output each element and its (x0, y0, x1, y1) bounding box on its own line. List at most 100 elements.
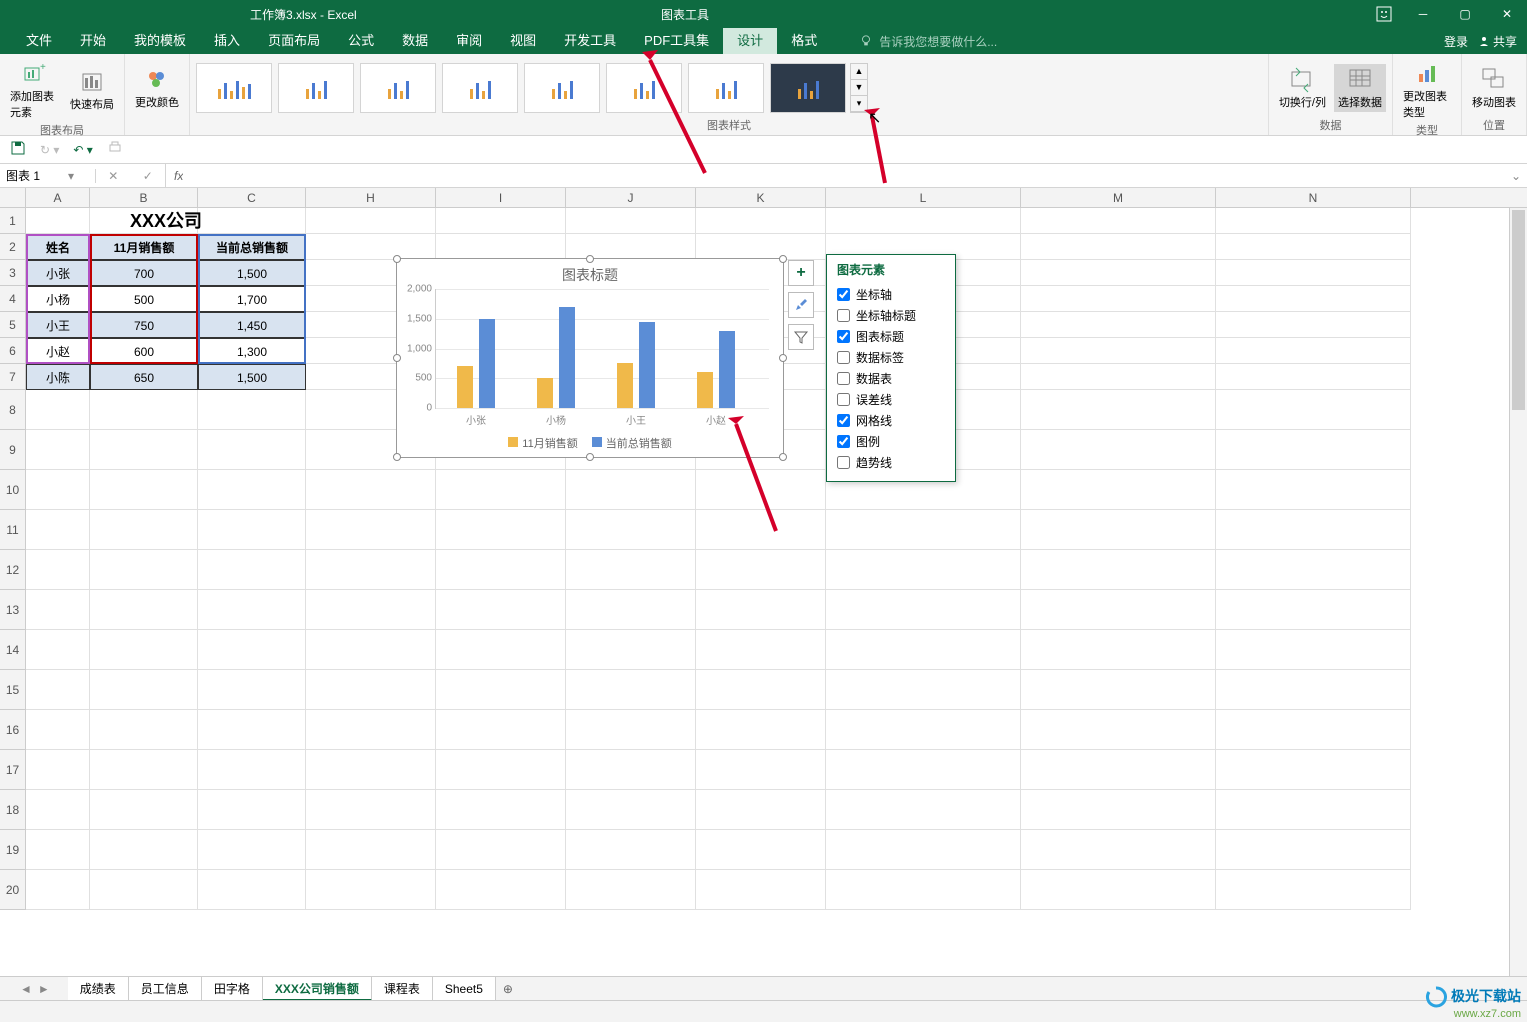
cell[interactable] (436, 470, 566, 510)
col-header[interactable]: I (436, 188, 566, 207)
cell[interactable] (26, 510, 90, 550)
cell[interactable] (696, 234, 826, 260)
table-cell[interactable]: 500 (90, 286, 198, 312)
cell[interactable] (90, 470, 198, 510)
enter-icon[interactable]: ✓ (143, 169, 153, 183)
cell[interactable] (436, 670, 566, 710)
embedded-chart[interactable]: 图表标题 05001,0001,5002,000小张小杨小王小赵 11月销售额 … (396, 258, 784, 458)
cell[interactable] (90, 390, 198, 430)
cell[interactable] (90, 550, 198, 590)
table-cell[interactable]: 小张 (26, 260, 90, 286)
cell[interactable] (198, 550, 306, 590)
save-icon[interactable] (10, 140, 26, 159)
cell[interactable] (1021, 338, 1216, 364)
cell[interactable] (1216, 870, 1411, 910)
cell[interactable] (1021, 630, 1216, 670)
cell[interactable] (1216, 430, 1411, 470)
col-header[interactable]: K (696, 188, 826, 207)
gallery-down-icon[interactable]: ▼ (851, 80, 867, 96)
cell[interactable] (1216, 510, 1411, 550)
chart-style-1[interactable] (196, 63, 272, 113)
row-header[interactable]: 16 (0, 710, 26, 750)
cell[interactable] (306, 710, 436, 750)
chart-bar[interactable] (617, 363, 633, 408)
checkbox[interactable] (837, 372, 850, 385)
close-button[interactable]: ✕ (1487, 0, 1527, 28)
cell[interactable] (1216, 830, 1411, 870)
cell[interactable] (198, 590, 306, 630)
cell[interactable] (90, 510, 198, 550)
tab-developer[interactable]: 开发工具 (550, 28, 630, 54)
cell[interactable] (566, 670, 696, 710)
cell[interactable] (826, 208, 1021, 234)
cell[interactable] (198, 390, 306, 430)
cell[interactable] (1021, 470, 1216, 510)
cell[interactable] (306, 790, 436, 830)
chart-style-2[interactable] (278, 63, 354, 113)
tab-data[interactable]: 数据 (388, 28, 442, 54)
cell[interactable] (306, 830, 436, 870)
tell-me-search[interactable]: 告诉我您想要做什么... (859, 33, 997, 50)
sheet-nav-prev-icon[interactable]: ◄ (20, 982, 32, 996)
row-header[interactable]: 5 (0, 312, 26, 338)
table-cell[interactable]: 1,700 (198, 286, 306, 312)
cell[interactable] (306, 550, 436, 590)
cell[interactable] (696, 550, 826, 590)
cell[interactable] (198, 670, 306, 710)
change-chart-type-button[interactable]: 更改图表类型 (1399, 58, 1455, 122)
add-sheet-button[interactable]: ⊕ (496, 982, 520, 996)
cell[interactable] (696, 830, 826, 870)
cell[interactable] (198, 790, 306, 830)
chart-element-option[interactable]: 网格线 (837, 410, 945, 431)
chart-element-option[interactable]: 误差线 (837, 389, 945, 410)
checkbox[interactable] (837, 351, 850, 364)
login-link[interactable]: 登录 (1444, 33, 1468, 50)
col-header[interactable]: A (26, 188, 90, 207)
checkbox[interactable] (837, 288, 850, 301)
cell[interactable] (826, 550, 1021, 590)
row-header[interactable]: 7 (0, 364, 26, 390)
table-cell[interactable]: 小陈 (26, 364, 90, 390)
table-cell[interactable]: 750 (90, 312, 198, 338)
formula-input[interactable] (183, 168, 1505, 183)
row-header[interactable]: 2 (0, 234, 26, 260)
name-box-input[interactable] (6, 169, 68, 183)
cell[interactable] (306, 590, 436, 630)
cell[interactable] (198, 430, 306, 470)
row-header[interactable]: 14 (0, 630, 26, 670)
col-header[interactable]: M (1021, 188, 1216, 207)
chart-style-4[interactable] (442, 63, 518, 113)
cell[interactable] (826, 590, 1021, 630)
cell[interactable] (826, 710, 1021, 750)
cell[interactable] (826, 510, 1021, 550)
cell[interactable] (566, 550, 696, 590)
table-cell[interactable]: 小王 (26, 312, 90, 338)
tab-templates[interactable]: 我的模板 (120, 28, 200, 54)
resize-handle[interactable] (779, 354, 787, 362)
cell[interactable] (306, 670, 436, 710)
cell[interactable] (26, 790, 90, 830)
cell[interactable] (306, 630, 436, 670)
cell[interactable] (826, 630, 1021, 670)
cell[interactable] (1216, 338, 1411, 364)
cell[interactable] (1216, 234, 1411, 260)
chart-element-option[interactable]: 图例 (837, 431, 945, 452)
cell[interactable] (436, 710, 566, 750)
cell[interactable] (826, 870, 1021, 910)
cell[interactable] (1021, 870, 1216, 910)
cell[interactable] (26, 870, 90, 910)
cell[interactable] (436, 870, 566, 910)
cell[interactable] (90, 750, 198, 790)
change-colors-button[interactable]: 更改颜色 (131, 64, 183, 112)
sheet-tab[interactable]: XXX公司销售额 (263, 977, 372, 1001)
company-title-cell[interactable]: XXX公司 (26, 208, 306, 234)
minimize-button[interactable]: ─ (1403, 0, 1443, 28)
cell[interactable] (1216, 260, 1411, 286)
col-header[interactable]: H (306, 188, 436, 207)
cell[interactable] (696, 590, 826, 630)
sheet-tab[interactable]: Sheet5 (433, 977, 496, 1001)
cell[interactable] (436, 208, 566, 234)
checkbox[interactable] (837, 414, 850, 427)
cell[interactable] (696, 750, 826, 790)
checkbox[interactable] (837, 309, 850, 322)
